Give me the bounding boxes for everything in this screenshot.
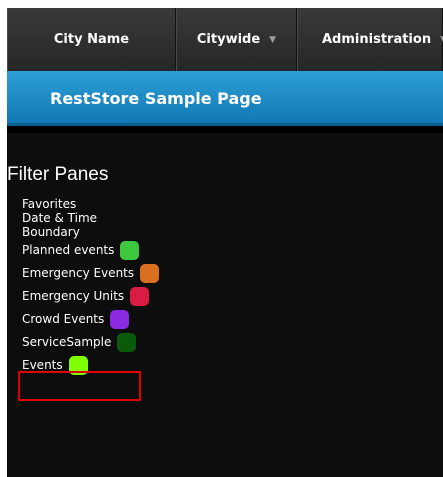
- color-swatch: [110, 310, 130, 329]
- filter-item-label: Emergency Events: [22, 266, 135, 280]
- nav-city-name[interactable]: City Name: [7, 8, 176, 71]
- filter-item-label: Date & Time: [22, 211, 98, 225]
- nav-citywide-label: Citywide: [196, 32, 261, 47]
- filter-item-label: Favorites: [22, 197, 77, 211]
- nav-administration[interactable]: Administration ▼: [297, 8, 443, 71]
- color-swatch: [117, 333, 137, 352]
- filter-item-planned-events[interactable]: Planned events: [22, 239, 159, 262]
- nav-citywide[interactable]: Citywide ▼: [176, 8, 297, 71]
- filter-item-favorites[interactable]: Favorites: [22, 197, 159, 211]
- highlight-box: [18, 371, 141, 401]
- color-swatch: [120, 241, 140, 260]
- nav-city-name-label: City Name: [53, 32, 130, 47]
- filter-panes-heading: Filter Panes: [7, 164, 109, 185]
- filter-item-date-time[interactable]: Date & Time: [22, 211, 159, 225]
- page-banner: RestStore Sample Page: [7, 71, 443, 126]
- page-title: RestStore Sample Page: [50, 89, 262, 108]
- filter-panes-panel: Filter Panes Favorites Date & Time Bound…: [7, 133, 443, 477]
- color-swatch: [140, 264, 160, 283]
- filter-list: Favorites Date & Time Boundary Planned e…: [22, 197, 160, 377]
- color-swatch: [130, 287, 150, 306]
- nav-administration-label: Administration: [322, 32, 432, 47]
- filter-item-emergency-units[interactable]: Emergency Units: [22, 285, 159, 308]
- chevron-down-icon: ▼: [269, 34, 277, 45]
- filter-item-label: Boundary: [22, 225, 80, 239]
- filter-item-emergency-events[interactable]: Emergency Events: [22, 262, 160, 285]
- filter-item-label: Events: [22, 358, 63, 372]
- filter-item-label: Planned events: [22, 243, 115, 257]
- filter-item-label: Crowd Events: [22, 312, 105, 326]
- filter-item-label: Emergency Units: [22, 289, 125, 303]
- filter-item-label: ServiceSample: [22, 335, 112, 349]
- top-nav: City Name Citywide ▼ Administration ▼: [7, 8, 443, 71]
- filter-item-boundary[interactable]: Boundary: [22, 225, 159, 239]
- app-frame: City Name Citywide ▼ Administration ▼ Re…: [7, 8, 443, 477]
- filter-item-service-sample[interactable]: ServiceSample: [22, 331, 159, 354]
- filter-item-crowd-events[interactable]: Crowd Events: [22, 308, 159, 331]
